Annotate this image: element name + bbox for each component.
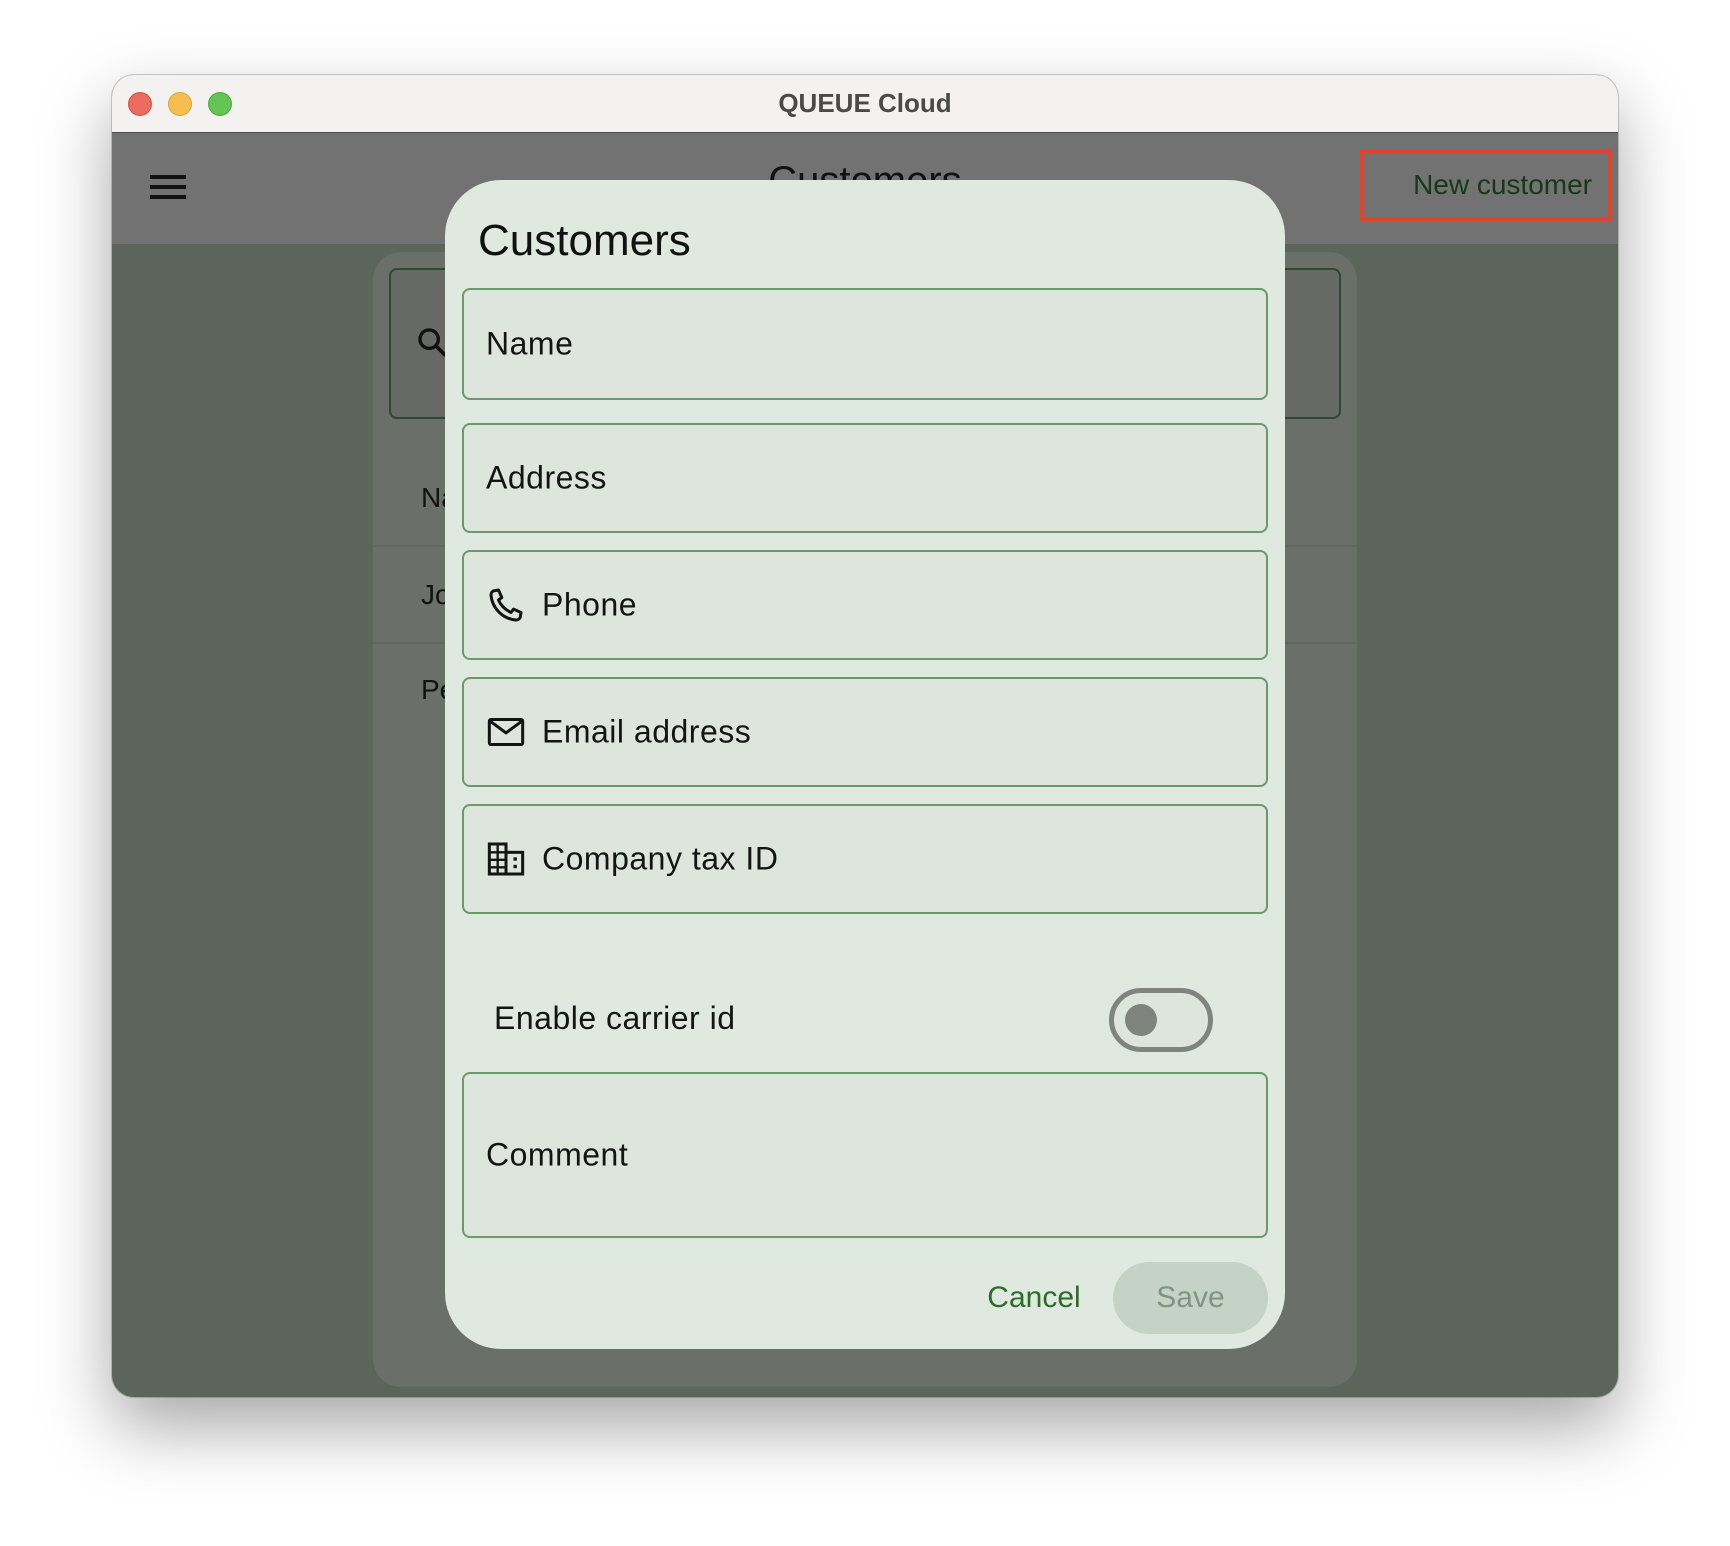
carrier-id-row: Enable carrier id bbox=[445, 980, 1285, 1060]
comment-field-label: Comment bbox=[486, 1136, 629, 1173]
carrier-id-toggle[interactable] bbox=[1109, 988, 1213, 1052]
building-icon bbox=[487, 842, 525, 876]
phone-icon bbox=[489, 588, 523, 622]
carrier-id-label: Enable carrier id bbox=[494, 1000, 736, 1036]
new-customer-dialog: Customers Name Address Phone Email addre… bbox=[445, 180, 1285, 1349]
toggle-knob bbox=[1125, 1004, 1157, 1036]
phone-field-label: Phone bbox=[542, 586, 638, 623]
name-field[interactable]: Name bbox=[462, 288, 1268, 400]
new-customer-button[interactable]: New customer bbox=[1360, 149, 1612, 221]
mail-icon bbox=[487, 718, 525, 746]
dialog-actions: Cancel Save bbox=[445, 1262, 1285, 1334]
dialog-title: Customers bbox=[478, 216, 691, 265]
title-bar: QUEUE Cloud bbox=[112, 75, 1618, 133]
company-tax-id-field[interactable]: Company tax ID bbox=[462, 804, 1268, 914]
address-field-label: Address bbox=[486, 459, 607, 496]
email-field[interactable]: Email address bbox=[462, 677, 1268, 787]
company-tax-id-field-label: Company tax ID bbox=[542, 840, 779, 877]
save-button[interactable]: Save bbox=[1113, 1262, 1268, 1334]
name-field-label: Name bbox=[486, 325, 574, 362]
search-icon bbox=[418, 328, 447, 357]
cancel-button[interactable]: Cancel bbox=[969, 1262, 1099, 1334]
address-field[interactable]: Address bbox=[462, 423, 1268, 533]
window-title: QUEUE Cloud bbox=[778, 88, 952, 118]
comment-field[interactable]: Comment bbox=[462, 1072, 1268, 1238]
phone-field[interactable]: Phone bbox=[462, 550, 1268, 660]
email-field-label: Email address bbox=[542, 713, 752, 750]
